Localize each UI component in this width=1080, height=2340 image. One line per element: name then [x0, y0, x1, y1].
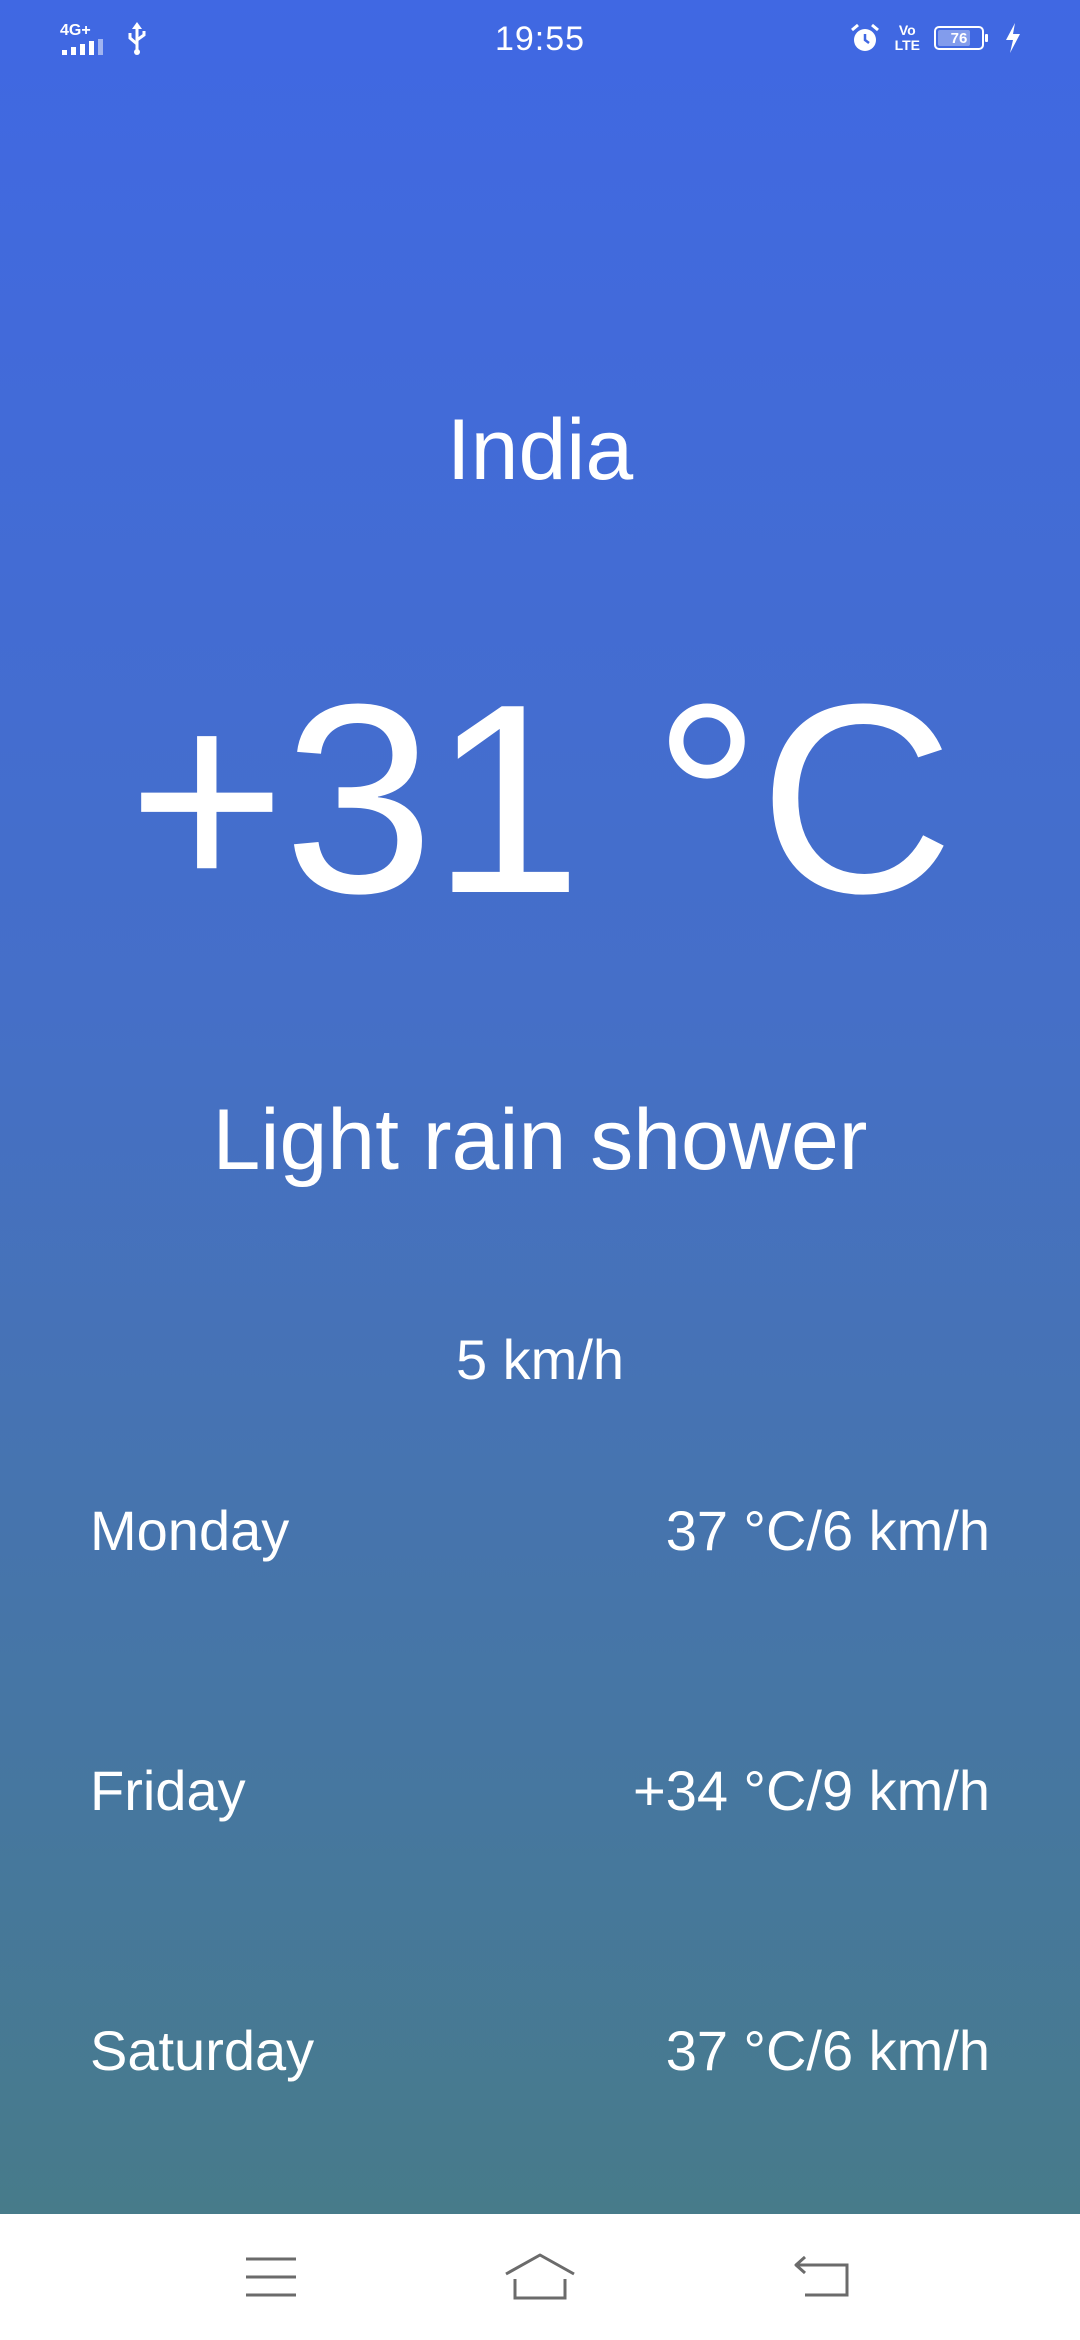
forecast-day: Saturday — [90, 2018, 315, 2082]
back-icon — [794, 2255, 849, 2297]
battery-icon: 76 — [934, 26, 988, 50]
forecast-value: 37 °C/6 km/h — [665, 2018, 990, 2082]
weather-condition: Light rain shower — [212, 1092, 868, 1188]
volte-bottom-text: LTE — [894, 37, 920, 53]
home-icon — [505, 2253, 575, 2300]
charging-icon — [1006, 23, 1020, 53]
forecast-day: Friday — [90, 1758, 246, 1822]
forecast-row: Monday 37 °C/6 km/h — [90, 1490, 990, 1570]
status-right: Vo LTE 76 — [849, 22, 1022, 54]
forecast-value: 37 °C/6 km/h — [665, 1498, 990, 1562]
forecast-row: Friday +34 °C/9 km/h — [90, 1750, 990, 1830]
back-button[interactable] — [783, 2244, 863, 2310]
menu-icon — [246, 2257, 296, 2297]
volte-top-text: Vo — [898, 22, 916, 38]
menu-button[interactable] — [231, 2244, 311, 2310]
home-button[interactable] — [500, 2244, 580, 2310]
weather-screen: 4G+ 19:55 Vo LTE 76 India +31 °C Light r… — [0, 0, 1080, 2214]
wind-speed: 5 km/h — [455, 1328, 625, 1391]
forecast-value: +34 °C/9 km/h — [633, 1758, 990, 1822]
forecast-row: Saturday 37 °C/6 km/h — [90, 2010, 990, 2090]
navigation-bar — [0, 2214, 1080, 2340]
volte-icon: Vo LTE — [895, 23, 920, 53]
current-temperature: +31 °C — [128, 649, 954, 950]
alarm-icon — [850, 23, 879, 51]
city-name: India — [446, 402, 634, 498]
battery-level: 76 — [950, 29, 968, 47]
forecast-day: Monday — [90, 1498, 290, 1562]
status-bar: 4G+ 19:55 Vo LTE 76 — [0, 0, 1080, 84]
